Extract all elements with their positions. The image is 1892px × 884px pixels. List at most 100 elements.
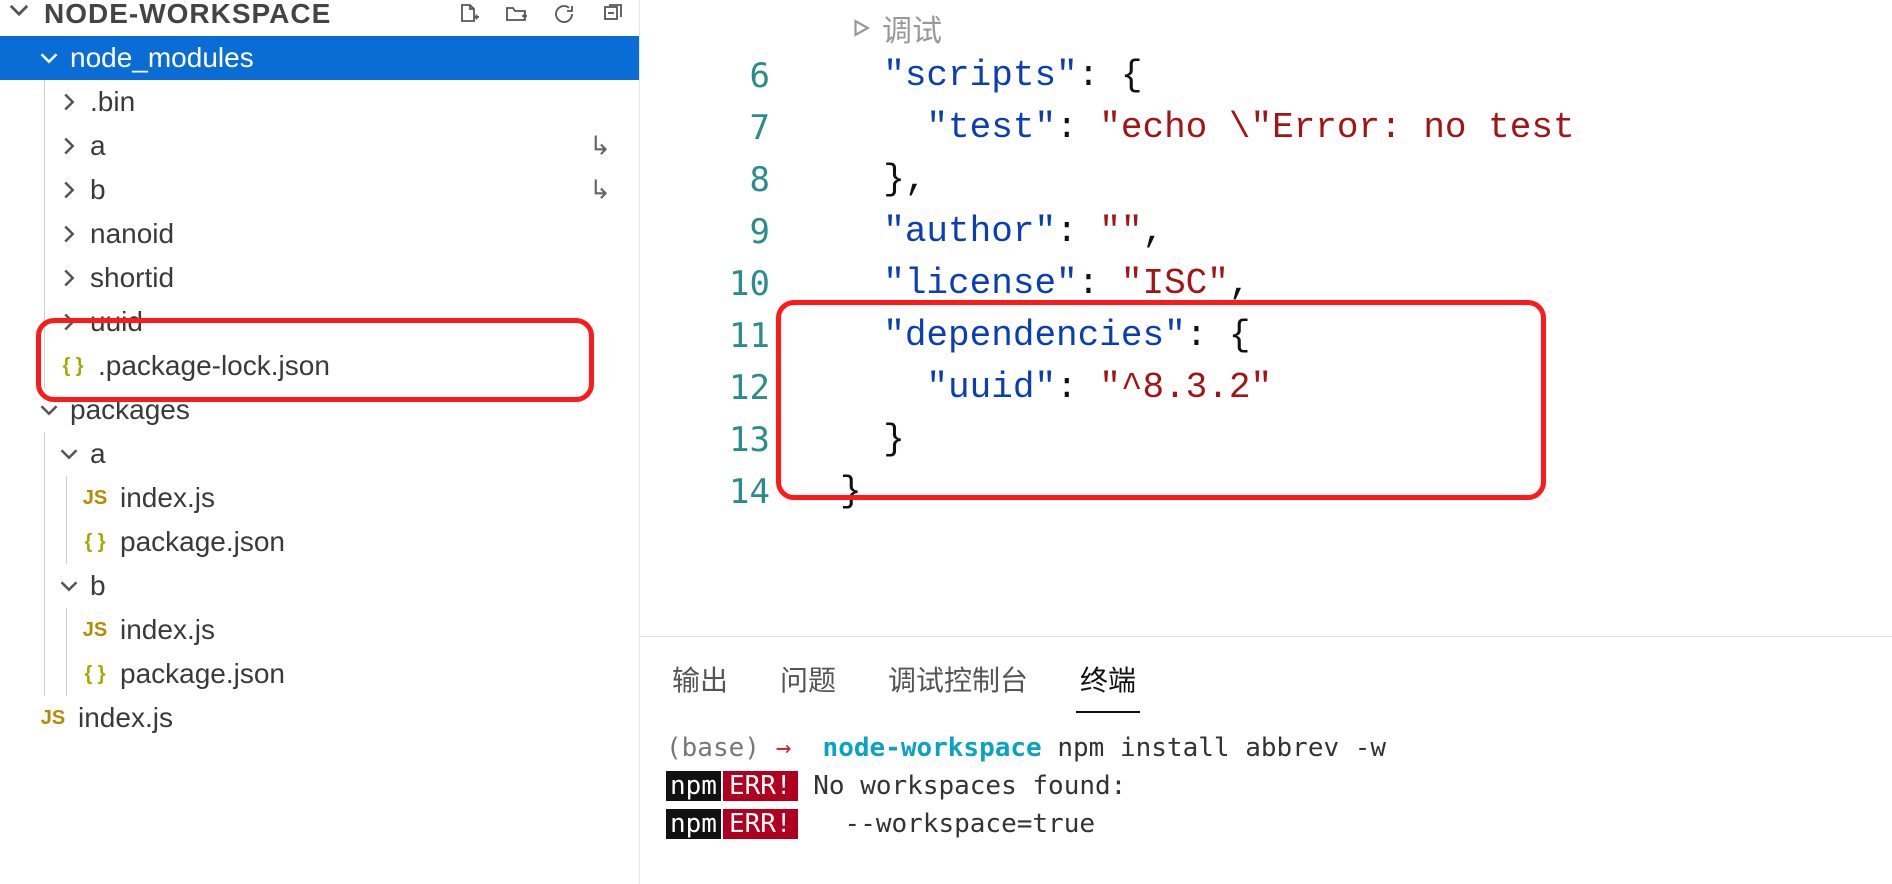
collapse-all-icon[interactable] (599, 1, 625, 27)
prompt-path: node-workspace (823, 733, 1042, 763)
tree-item-label: uuid (90, 306, 143, 338)
folder-nanoid[interactable]: nanoid (0, 212, 639, 256)
chevron-down-icon[interactable] (58, 575, 80, 597)
line-number: 7 (640, 102, 770, 154)
terminal[interactable]: (base) → node-workspace npm install abbr… (640, 713, 1892, 884)
panel-tab-debug[interactable]: 调试控制台 (884, 651, 1032, 713)
json-file-icon: { } (80, 531, 110, 554)
tree-item-label: .bin (90, 86, 135, 118)
js-file-icon: JS (38, 707, 68, 730)
line-number: 8 (640, 154, 770, 206)
folder-uuid[interactable]: uuid (0, 300, 639, 344)
workspace-title: NODE-WORKSPACE (44, 0, 331, 30)
terminal-line: npmERR! No workspaces found: (666, 767, 1866, 805)
code-line[interactable]: "dependencies": { (840, 310, 1596, 362)
chevron-down-icon[interactable] (8, 0, 30, 28)
folder-node_modules[interactable]: node_modules (0, 36, 639, 80)
code-line[interactable]: "license": "ISC", (840, 258, 1596, 310)
tree-item-label: index.js (120, 482, 215, 514)
file-tree: node_modules.bina↳b↳nanoidshortiduuid{ }… (0, 28, 639, 740)
error-badge: ERR! (723, 809, 798, 839)
file-root_index[interactable]: JS index.js (0, 696, 639, 740)
tree-item-label: .package-lock.json (98, 350, 330, 382)
new-folder-icon[interactable] (503, 1, 529, 27)
chevron-down-icon[interactable] (58, 443, 80, 465)
code-line[interactable]: "uuid": "^8.3.2" (840, 362, 1596, 414)
error-badge: ERR! (723, 771, 798, 801)
folder-packages[interactable]: packages (0, 388, 639, 432)
line-number: 13 (640, 414, 770, 466)
chevron-right-icon[interactable] (58, 91, 80, 113)
folder-bin[interactable]: .bin (0, 80, 639, 124)
code-area[interactable]: 67891011121314 "scripts": { "test": "ech… (640, 0, 1892, 636)
json-file-icon: { } (58, 355, 88, 378)
symlink-icon: ↳ (589, 175, 611, 206)
prompt-env: (base) (666, 733, 760, 763)
panel-tab-problems[interactable]: 问题 (776, 651, 840, 713)
folder-shortid[interactable]: shortid (0, 256, 639, 300)
line-number: 10 (640, 258, 770, 310)
chevron-right-icon[interactable] (58, 179, 80, 201)
code-line[interactable]: } (840, 466, 1596, 518)
line-number: 14 (640, 466, 770, 518)
chevron-down-icon[interactable] (38, 47, 60, 69)
new-file-icon[interactable] (455, 1, 481, 27)
terminal-command: npm install abbrev -w (1057, 733, 1386, 763)
file-pka_index[interactable]: JS index.js (0, 476, 639, 520)
tree-item-label: index.js (78, 702, 173, 734)
folder-a_mod[interactable]: a↳ (0, 124, 639, 168)
code-line[interactable]: }, (840, 154, 1596, 206)
code-line[interactable]: "scripts": { (840, 50, 1596, 102)
tree-item-label: b (90, 174, 106, 206)
explorer-header: NODE-WORKSPACE (0, 0, 639, 28)
code-line[interactable]: } (840, 414, 1596, 466)
refresh-icon[interactable] (551, 1, 577, 27)
folder-pka[interactable]: a (0, 432, 639, 476)
file-pkb_pkg[interactable]: { } package.json (0, 652, 639, 696)
panel-tabs: 输出问题调试控制台终端 (640, 637, 1892, 713)
chevron-right-icon[interactable] (58, 135, 80, 157)
chevron-right-icon[interactable] (58, 223, 80, 245)
chevron-right-icon[interactable] (58, 267, 80, 289)
file-explorer: NODE-WORKSPACE node_modules.bina↳b↳nanoi… (0, 0, 640, 884)
line-number: 9 (640, 206, 770, 258)
editor-pane: 调试 67891011121314 "scripts": { "test": "… (640, 0, 1892, 884)
folder-pkb[interactable]: b (0, 564, 639, 608)
tree-item-label: b (90, 570, 106, 602)
tree-item-label: package.json (120, 658, 285, 690)
tree-item-label: shortid (90, 262, 174, 294)
terminal-line: (base) → node-workspace npm install abbr… (666, 729, 1866, 767)
file-pkglock[interactable]: { } .package-lock.json (0, 344, 639, 388)
json-file-icon: { } (80, 663, 110, 686)
line-number: 12 (640, 362, 770, 414)
line-gutter: 67891011121314 (640, 50, 790, 518)
file-pka_pkg[interactable]: { } package.json (0, 520, 639, 564)
line-number: 6 (640, 50, 770, 102)
file-pkb_index[interactable]: JS index.js (0, 608, 639, 652)
tree-item-label: packages (70, 394, 190, 426)
tree-item-label: index.js (120, 614, 215, 646)
panel-tab-output[interactable]: 输出 (668, 651, 732, 713)
terminal-text: --workspace=true (813, 809, 1095, 839)
code-line[interactable]: "test": "echo \"Error: no test (840, 102, 1596, 154)
symlink-icon: ↳ (589, 131, 611, 162)
code-line[interactable]: "author": "", (840, 206, 1596, 258)
tree-item-label: node_modules (70, 42, 254, 74)
tree-item-label: a (90, 438, 106, 470)
chevron-down-icon[interactable] (38, 399, 60, 421)
js-file-icon: JS (80, 619, 110, 642)
tree-item-label: package.json (120, 526, 285, 558)
chevron-right-icon[interactable] (58, 311, 80, 333)
npm-badge: npm (666, 771, 721, 801)
code-body[interactable]: "scripts": { "test": "echo \"Error: no t… (840, 50, 1596, 518)
js-file-icon: JS (80, 487, 110, 510)
tree-item-label: nanoid (90, 218, 174, 250)
tree-item-label: a (90, 130, 106, 162)
terminal-text: No workspaces found: (813, 771, 1126, 801)
folder-b_mod[interactable]: b↳ (0, 168, 639, 212)
terminal-line: npmERR! --workspace=true (666, 805, 1866, 843)
line-number: 11 (640, 310, 770, 362)
panel-tab-terminal[interactable]: 终端 (1076, 651, 1140, 713)
prompt-arrow-icon: → (776, 733, 792, 763)
bottom-panel: 输出问题调试控制台终端 (base) → node-workspace npm … (640, 636, 1892, 884)
